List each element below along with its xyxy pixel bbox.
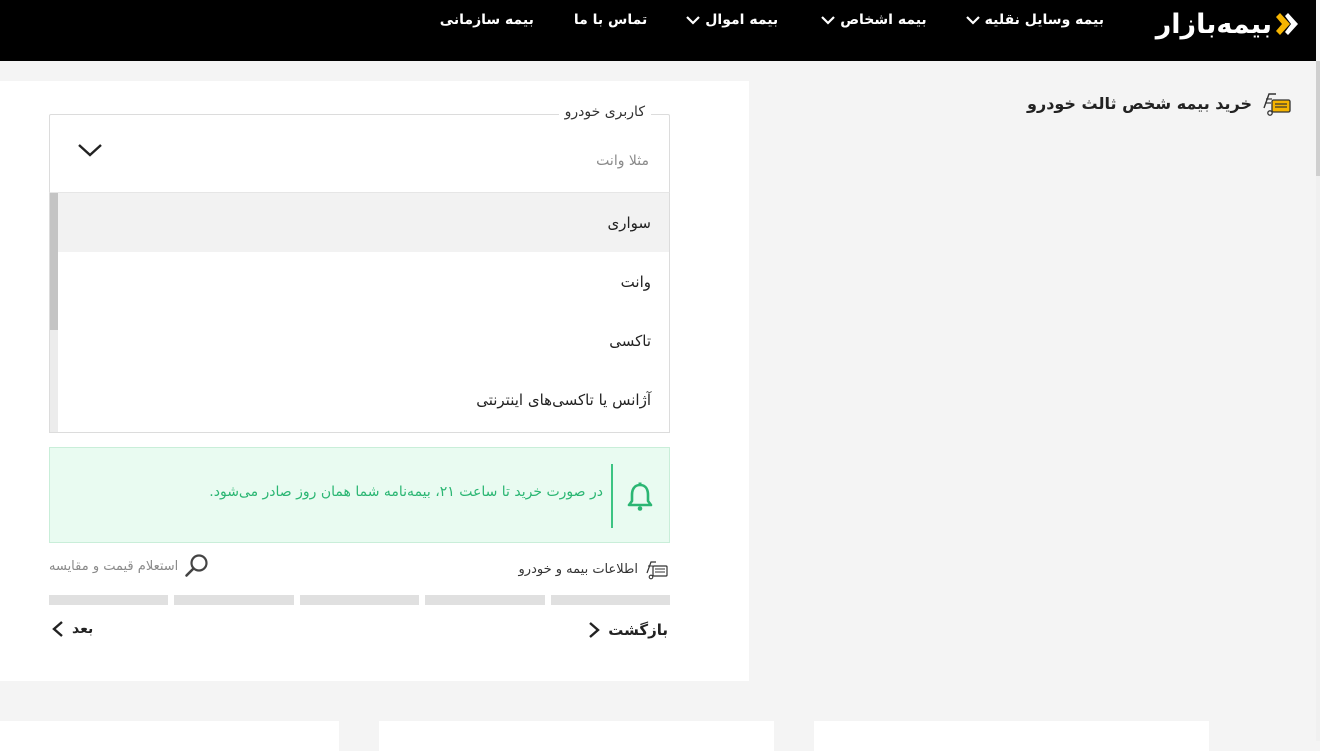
bottom-card: [379, 721, 774, 751]
chevron-right-icon: [589, 622, 601, 638]
nav-item-label: بیمه اموال: [705, 12, 779, 28]
step-insurance-info: اطلاعات بیمه و خودرو: [519, 556, 670, 582]
car-insurance-icon: [646, 561, 668, 580]
chevron-down-icon[interactable]: [76, 139, 104, 161]
chevron-left-icon: [52, 621, 63, 637]
vehicle-usage-placeholder: مثلا وانت: [596, 153, 649, 169]
main-nav: بیمه وسایل نقلیه بیمه اشخاص بیمه اموال ت…: [440, 0, 1104, 40]
step-price-quote-label: استعلام قیمت و مقایسه: [49, 558, 179, 574]
progress-segment: [299, 595, 420, 605]
option-taxi[interactable]: تاکسی: [58, 311, 669, 370]
chevron-down-icon: [686, 16, 701, 25]
nav-item-label: بیمه اشخاص: [840, 12, 927, 28]
page-heading: خرید بیمه شخص ثالث خودرو: [1027, 86, 1294, 120]
nav-item-label: بیمه سازمانی: [439, 12, 534, 28]
bottom-card: [0, 721, 339, 751]
vehicle-usage-label: کاربری خودرو: [558, 104, 651, 120]
vehicle-usage-select[interactable]: کاربری خودرو مثلا وانت: [49, 104, 670, 193]
nav-item-corporate-insurance[interactable]: بیمه سازمانی: [440, 12, 534, 28]
bell-icon: [627, 482, 653, 511]
progress-segment: [48, 595, 169, 605]
nav-item-property-insurance[interactable]: بیمه اموال: [685, 12, 778, 28]
nav-item-label: تماس با ما: [573, 12, 648, 28]
nav-item-label: بیمه وسایل نقلیه: [984, 12, 1104, 28]
page-scrollbar-thumb[interactable]: [1316, 61, 1320, 176]
logo[interactable]: بیمه‌بازار: [1156, 6, 1298, 42]
notice-text: در صورت خرید تا ساعت ۲۱، بیمه‌نامه شما ه…: [209, 484, 603, 500]
option-agency-online-taxi[interactable]: آژانس یا تاکسی‌های اینترنتی: [58, 370, 669, 429]
option-pickup[interactable]: وانت: [58, 252, 669, 311]
options-scrollbar-thumb[interactable]: [50, 193, 58, 330]
vehicle-usage-options-list: سواری وانت تاکسی آژانس یا تاکسی‌های اینت…: [49, 192, 670, 433]
progress-segment: [550, 595, 670, 605]
nav-item-contact-us[interactable]: تماس با ما: [574, 12, 647, 28]
option-sedan[interactable]: سواری: [58, 193, 669, 252]
step-insurance-info-label: اطلاعات بیمه و خودرو: [518, 561, 638, 577]
next-button[interactable]: بعد: [50, 619, 93, 639]
step-price-quote: استعلام قیمت و مقایسه: [49, 553, 210, 579]
top-header: بیمه‌بازار بیمه وسایل نقلیه بیمه اشخاص ب…: [0, 0, 1316, 61]
bottom-card: [814, 721, 1209, 751]
next-button-label: بعد: [72, 621, 94, 637]
step-progress-bar: [48, 595, 670, 605]
issuance-notice: در صورت خرید تا ساعت ۲۱، بیمه‌نامه شما ه…: [49, 447, 670, 543]
car-insurance-icon: [1263, 93, 1291, 116]
page-title: خرید بیمه شخص ثالث خودرو: [1027, 93, 1252, 113]
chevron-down-icon: [965, 16, 980, 25]
chevron-down-icon: [821, 16, 835, 25]
back-button-label: بازگشت: [608, 621, 668, 639]
logo-text: بیمه‌بازار: [1155, 8, 1273, 40]
progress-segment: [174, 595, 294, 605]
logo-mark-icon: [1276, 13, 1298, 35]
search-icon: [185, 554, 208, 577]
nav-item-personal-insurance[interactable]: بیمه اشخاص: [820, 12, 927, 28]
back-button[interactable]: بازگشت: [586, 620, 668, 640]
progress-segment: [425, 595, 545, 605]
notice-divider: [611, 464, 613, 528]
nav-item-vehicle-insurance[interactable]: بیمه وسایل نقلیه: [965, 12, 1104, 28]
